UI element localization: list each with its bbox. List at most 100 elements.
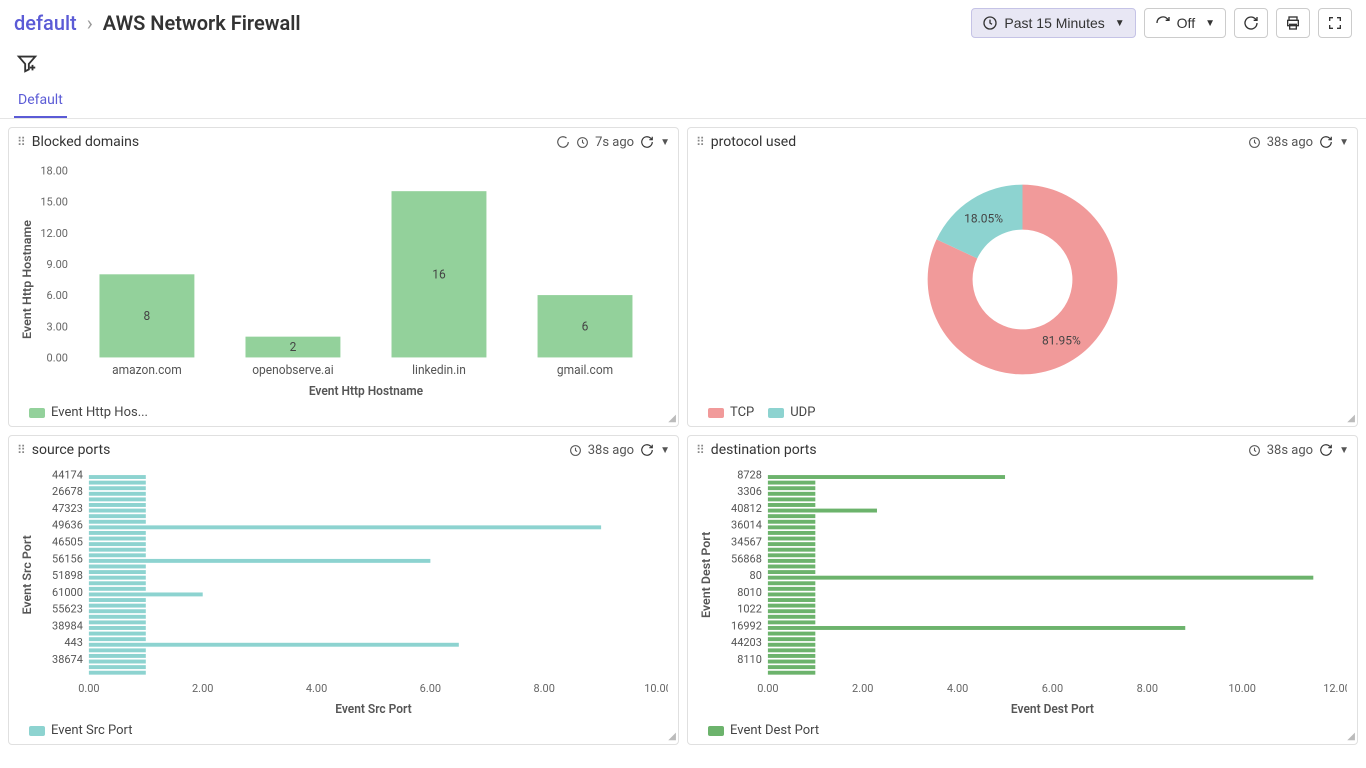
svg-text:8: 8 bbox=[144, 309, 151, 323]
svg-text:4.00: 4.00 bbox=[306, 682, 327, 695]
svg-text:10.00: 10.00 bbox=[1228, 682, 1256, 695]
refresh-icon bbox=[1155, 15, 1171, 31]
print-button[interactable] bbox=[1276, 8, 1310, 38]
legend-item-tcp[interactable]: TCP bbox=[708, 405, 754, 420]
clock-icon bbox=[576, 136, 589, 149]
refresh-icon[interactable] bbox=[640, 135, 654, 149]
caret-down-icon: ▼ bbox=[1205, 18, 1215, 29]
time-range-picker[interactable]: Past 15 Minutes ▼ bbox=[971, 8, 1135, 38]
svg-text:0.00: 0.00 bbox=[78, 682, 99, 695]
svg-text:8010: 8010 bbox=[737, 586, 762, 599]
manual-refresh-button[interactable] bbox=[1234, 8, 1268, 38]
svg-text:3.00: 3.00 bbox=[47, 320, 68, 333]
tab-bar: Default bbox=[0, 84, 1366, 119]
fullscreen-button[interactable] bbox=[1318, 8, 1352, 38]
svg-text:openobserve.ai: openobserve.ai bbox=[252, 363, 333, 377]
svg-text:36014: 36014 bbox=[731, 519, 763, 532]
svg-text:34567: 34567 bbox=[731, 535, 762, 548]
clock-icon bbox=[1248, 136, 1261, 149]
panel-blocked-domains: ⠿ Blocked domains 7s ago ▼ 0.003.006.009… bbox=[8, 127, 679, 427]
svg-text:amazon.com: amazon.com bbox=[112, 363, 182, 377]
svg-text:Event Src Port: Event Src Port bbox=[335, 702, 411, 716]
svg-text:6.00: 6.00 bbox=[47, 289, 68, 302]
resize-handle[interactable]: ◢ bbox=[668, 731, 676, 742]
refresh-mode-label: Off bbox=[1177, 15, 1195, 31]
legend-swatch bbox=[29, 408, 45, 418]
breadcrumb: default › AWS Network Firewall bbox=[14, 11, 301, 35]
drag-handle-icon[interactable]: ⠿ bbox=[696, 443, 705, 457]
svg-text:2.00: 2.00 bbox=[192, 682, 213, 695]
svg-text:3306: 3306 bbox=[737, 485, 762, 498]
auto-refresh-picker[interactable]: Off ▼ bbox=[1144, 8, 1226, 38]
svg-text:12.00: 12.00 bbox=[1323, 682, 1347, 695]
resize-handle[interactable]: ◢ bbox=[668, 413, 676, 424]
svg-text:6.00: 6.00 bbox=[420, 682, 441, 695]
legend-label: Event Src Port bbox=[51, 723, 133, 738]
caret-down-icon[interactable]: ▼ bbox=[660, 137, 670, 148]
svg-text:Event Src Port: Event Src Port bbox=[20, 535, 34, 614]
refresh-icon[interactable] bbox=[640, 443, 654, 457]
breadcrumb-root[interactable]: default bbox=[14, 11, 77, 35]
legend-item-udp[interactable]: UDP bbox=[768, 405, 815, 420]
svg-text:8.00: 8.00 bbox=[533, 682, 554, 695]
svg-text:8.00: 8.00 bbox=[1137, 682, 1158, 695]
svg-text:26678: 26678 bbox=[52, 485, 83, 498]
svg-text:8110: 8110 bbox=[737, 653, 762, 666]
legend-swatch bbox=[708, 726, 724, 736]
clock-icon bbox=[569, 444, 582, 457]
svg-text:Event Dest Port: Event Dest Port bbox=[1011, 702, 1094, 716]
panel-title: protocol used bbox=[711, 134, 796, 150]
resize-handle[interactable]: ◢ bbox=[1347, 731, 1355, 742]
svg-text:2.00: 2.00 bbox=[852, 682, 873, 695]
svg-text:47323: 47323 bbox=[52, 502, 83, 515]
svg-text:40812: 40812 bbox=[731, 502, 762, 515]
panel-protocol-used: ⠿ protocol used 38s ago ▼ 81.95%18.05% T… bbox=[687, 127, 1358, 427]
svg-text:Event Dest Port: Event Dest Port bbox=[699, 532, 713, 618]
svg-text:81.95%: 81.95% bbox=[1042, 334, 1081, 348]
svg-text:44174: 44174 bbox=[52, 468, 84, 481]
drag-handle-icon[interactable]: ⠿ bbox=[17, 135, 26, 149]
svg-text:18.00: 18.00 bbox=[40, 164, 68, 177]
legend-swatch bbox=[708, 408, 724, 418]
top-bar: default › AWS Network Firewall Past 15 M… bbox=[0, 0, 1366, 46]
resize-handle[interactable]: ◢ bbox=[1347, 413, 1355, 424]
svg-text:49636: 49636 bbox=[52, 519, 83, 532]
chart-protocol-used: 81.95%18.05% bbox=[688, 156, 1357, 401]
caret-down-icon: ▼ bbox=[1115, 18, 1125, 29]
panel-title: Blocked domains bbox=[32, 134, 139, 150]
legend-item[interactable]: Event Dest Port bbox=[708, 723, 819, 738]
refresh-icon[interactable] bbox=[1319, 443, 1333, 457]
caret-down-icon[interactable]: ▼ bbox=[660, 445, 670, 456]
legend-swatch bbox=[29, 726, 45, 736]
svg-text:80: 80 bbox=[750, 569, 762, 582]
clock-icon bbox=[1248, 444, 1261, 457]
svg-text:10.00: 10.00 bbox=[644, 682, 668, 695]
panel-age: 38s ago bbox=[1267, 443, 1313, 458]
caret-down-icon[interactable]: ▼ bbox=[1339, 137, 1349, 148]
filter-bar bbox=[0, 46, 1366, 84]
top-controls: Past 15 Minutes ▼ Off ▼ bbox=[971, 8, 1352, 38]
chart-destination-ports: 0.002.004.006.008.0010.0012.00Event Dest… bbox=[688, 464, 1357, 719]
tab-default[interactable]: Default bbox=[14, 84, 67, 118]
loading-icon bbox=[556, 135, 570, 149]
legend-item[interactable]: Event Src Port bbox=[29, 723, 133, 738]
svg-text:15.00: 15.00 bbox=[40, 196, 68, 209]
svg-text:4.00: 4.00 bbox=[947, 682, 968, 695]
svg-text:38674: 38674 bbox=[52, 653, 84, 666]
legend-item[interactable]: Event Http Hos... bbox=[29, 405, 148, 420]
svg-text:46505: 46505 bbox=[52, 535, 83, 548]
legend-label: Event Http Hos... bbox=[51, 405, 148, 420]
svg-text:38984: 38984 bbox=[52, 619, 84, 632]
clock-icon bbox=[982, 15, 998, 31]
svg-text:51898: 51898 bbox=[52, 569, 83, 582]
add-filter-button[interactable] bbox=[14, 50, 40, 76]
svg-text:Event Http Hostname: Event Http Hostname bbox=[309, 384, 424, 398]
legend-label: Event Dest Port bbox=[730, 723, 819, 738]
drag-handle-icon[interactable]: ⠿ bbox=[17, 443, 26, 457]
dashboard-grid: ⠿ Blocked domains 7s ago ▼ 0.003.006.009… bbox=[0, 119, 1366, 753]
caret-down-icon[interactable]: ▼ bbox=[1339, 445, 1349, 456]
svg-text:6.00: 6.00 bbox=[1042, 682, 1063, 695]
drag-handle-icon[interactable]: ⠿ bbox=[696, 135, 705, 149]
svg-text:9.00: 9.00 bbox=[47, 258, 68, 271]
refresh-icon[interactable] bbox=[1319, 135, 1333, 149]
